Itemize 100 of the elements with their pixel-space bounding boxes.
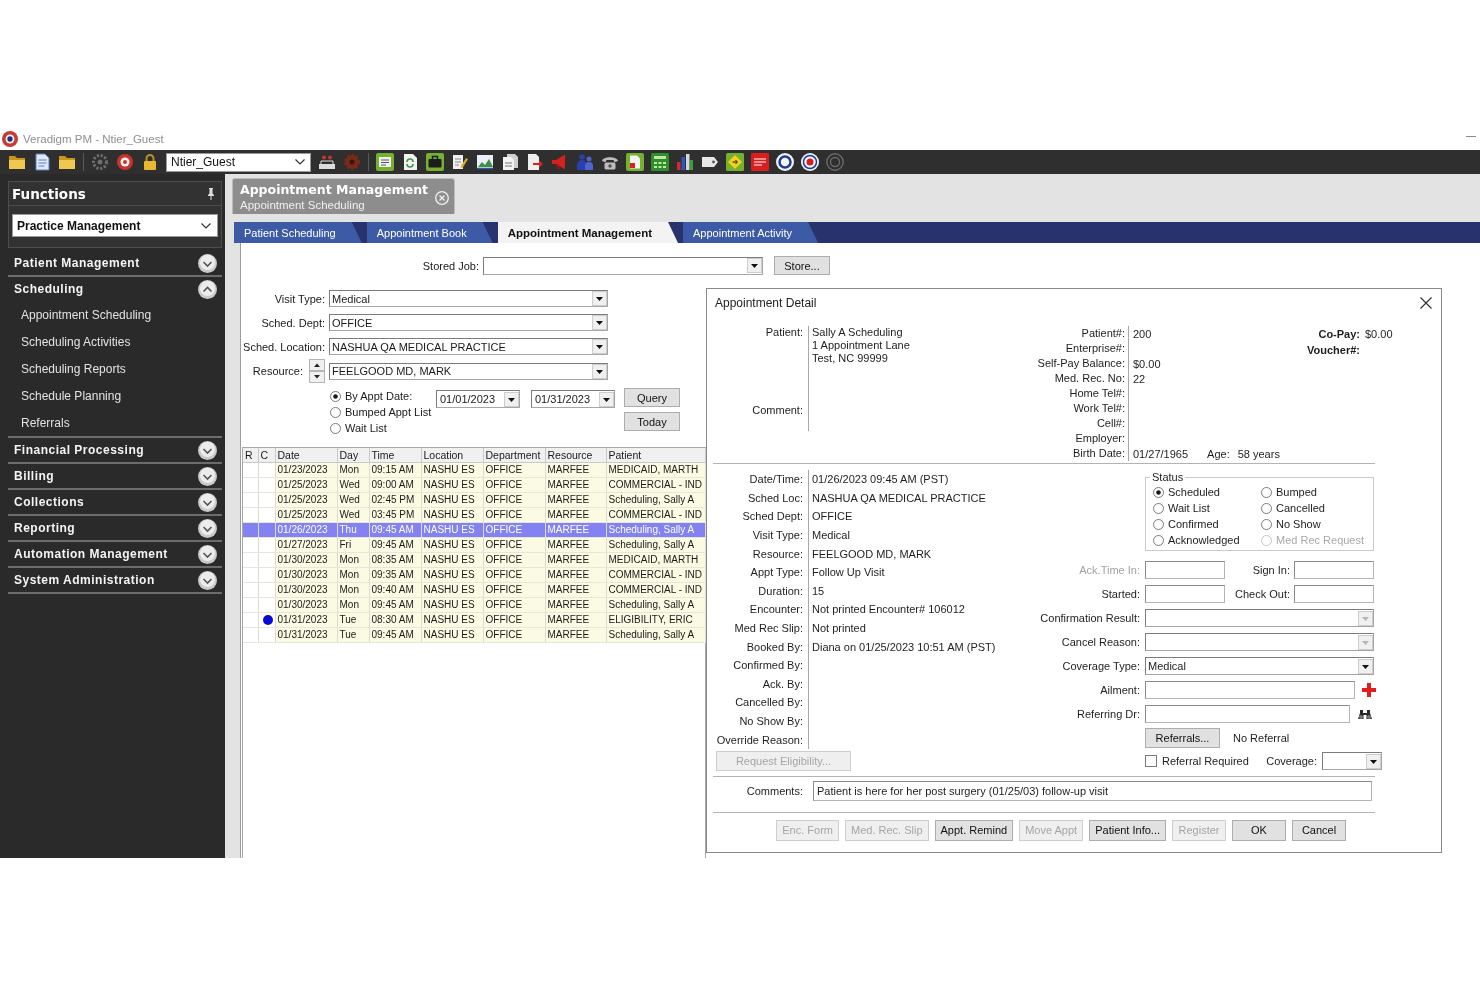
store-button[interactable]: Store... [774, 256, 830, 275]
section-header[interactable]: Billing [8, 464, 222, 488]
tab[interactable]: Appointment Activity [683, 222, 819, 243]
table-row[interactable]: 01/27/2023 Fri 09:45 AM NASHU ES OFFICE MARFEE Scheduling, Sally A [243, 537, 705, 552]
dialog-button[interactable]: OK [1232, 819, 1286, 841]
export-icon[interactable] [526, 153, 544, 171]
chevron-up-icon[interactable] [198, 279, 217, 299]
caret-icon[interactable] [1358, 658, 1373, 674]
input-field[interactable] [1294, 561, 1374, 579]
dropdown[interactable] [1145, 609, 1374, 627]
column-header[interactable]: Patient [606, 448, 705, 462]
lock-icon[interactable] [141, 153, 159, 171]
section-header[interactable]: System Administration [8, 568, 222, 592]
diamond-icon[interactable] [726, 153, 744, 171]
dropdown[interactable]: NASHUA QA MEDICAL PRACTICE [329, 338, 608, 355]
chevron-down-icon[interactable] [198, 440, 217, 460]
table-row[interactable]: 01/31/2023 Tue 09:45 AM NASHU ES OFFICE MARFEE Scheduling, Sally A [243, 627, 705, 642]
column-header[interactable]: R [243, 448, 258, 462]
table-row[interactable]: 01/30/2023 Mon 09:45 AM NASHU ES OFFICE MARFEE Scheduling, Sally A [243, 597, 705, 612]
caret-icon[interactable] [1366, 753, 1381, 769]
dialog-button[interactable]: Cancel [1292, 819, 1346, 841]
chevron-down-icon[interactable] [198, 253, 217, 273]
chevron-down-icon[interactable] [198, 570, 217, 590]
table-row[interactable]: 01/30/2023 Mon 08:35 AM NASHU ES OFFICE MARFEE MEDICAID, MARTH [243, 552, 705, 567]
calculator-icon[interactable] [651, 153, 669, 171]
input-field[interactable] [1145, 705, 1350, 723]
table-row[interactable]: 01/25/2023 Wed 03:45 PM NASHU ES OFFICE MARFEE COMMERCIAL - IND [243, 507, 705, 522]
input-field[interactable] [1294, 585, 1374, 603]
spinner-icon[interactable] [309, 359, 325, 383]
document-icon[interactable] [33, 153, 51, 171]
tab[interactable]: Patient Scheduling [234, 222, 362, 243]
radio-option[interactable]: By Appt Date: [330, 388, 436, 404]
gear-icon[interactable] [91, 153, 109, 171]
table-row[interactable]: 01/23/2023 Mon 09:15 AM NASHU ES OFFICE MARFEE MEDICAID, MARTH [243, 462, 705, 477]
sidebar-item[interactable]: Appointment Scheduling [8, 301, 222, 328]
briefcase-icon[interactable] [426, 153, 444, 171]
caret-icon[interactable] [592, 291, 607, 306]
binoculars-icon[interactable] [1358, 708, 1372, 720]
caret-icon[interactable] [747, 258, 762, 273]
sidebar-item[interactable]: Scheduling Reports [8, 355, 222, 382]
folder-icon[interactable] [8, 153, 26, 171]
action-button[interactable]: Today [624, 412, 680, 431]
status-option[interactable]: Confirmed [1153, 516, 1261, 532]
user-dropdown[interactable]: Ntier_Guest [166, 152, 311, 172]
close-icon[interactable] [1420, 297, 1432, 309]
status-option[interactable]: Cancelled [1261, 500, 1369, 516]
table-row[interactable]: 01/25/2023 Wed 09:00 AM NASHU ES OFFICE MARFEE COMMERCIAL - IND [243, 477, 705, 492]
section-header[interactable]: Reporting [8, 516, 222, 540]
section-header[interactable]: Patient Management [8, 251, 222, 275]
chart-icon[interactable] [676, 153, 694, 171]
input-field[interactable] [1145, 585, 1225, 603]
input-field[interactable] [1145, 681, 1355, 699]
chevron-down-icon[interactable] [198, 544, 217, 564]
caret-icon[interactable] [504, 391, 519, 407]
sidebar-item[interactable]: Schedule Planning [8, 382, 222, 409]
caret-icon[interactable] [592, 363, 607, 379]
ring-icon[interactable] [776, 153, 794, 171]
caret-icon[interactable] [592, 339, 607, 354]
tray-icon[interactable] [318, 153, 336, 171]
radio-option[interactable]: Wait List [330, 420, 436, 436]
table-row[interactable]: 01/31/2023 Tue 08:30 AM NASHU ES OFFICE MARFEE ELIGIBILITY, ERIC [243, 612, 705, 627]
dropdown[interactable]: Medical [1145, 657, 1374, 675]
cross-icon[interactable] [1362, 683, 1376, 697]
status-option[interactable]: Acknowledged [1153, 532, 1261, 548]
section-header[interactable]: Financial Processing [8, 438, 222, 462]
chevron-down-icon[interactable] [198, 466, 217, 486]
dialog-button[interactable]: Patient Info... [1089, 819, 1166, 841]
chevron-down-icon[interactable] [198, 492, 217, 512]
dropdown[interactable] [483, 256, 763, 275]
date-field[interactable]: 01/01/2023 [436, 390, 520, 408]
referral-required-checkbox[interactable]: Referral Required [1145, 755, 1249, 767]
action-button[interactable]: Query [624, 388, 680, 407]
caret-icon[interactable] [599, 391, 614, 407]
dropdown[interactable] [1322, 752, 1382, 770]
input-field[interactable] [1145, 561, 1225, 579]
status-option[interactable]: No Show [1261, 516, 1369, 532]
section-header[interactable]: Scheduling [8, 277, 222, 301]
date-field[interactable]: 01/31/2023 [531, 390, 615, 408]
chevron-down-icon[interactable] [201, 222, 211, 229]
table-row[interactable]: 01/25/2023 Wed 02:45 PM NASHU ES OFFICE MARFEE Scheduling, Sally A [243, 492, 705, 507]
chevron-down-icon[interactable] [295, 159, 305, 165]
column-header[interactable]: Department [483, 448, 545, 462]
ring-icon[interactable] [801, 153, 819, 171]
sidebar-item[interactable]: Scheduling Activities [8, 328, 222, 355]
column-header[interactable]: Resource [545, 448, 606, 462]
chevron-down-icon[interactable] [198, 518, 217, 538]
caret-icon[interactable] [592, 315, 607, 330]
section-header[interactable]: Automation Management [8, 542, 222, 566]
status-option[interactable]: Wait List [1153, 500, 1261, 516]
people-icon[interactable] [576, 153, 594, 171]
comments-field[interactable]: Patient is here for her post surgery (01/25/03) follow-up visit [813, 780, 1372, 801]
folder-icon[interactable] [58, 153, 76, 171]
column-header[interactable]: Time [369, 448, 421, 462]
target-icon[interactable] [116, 153, 134, 171]
pin-icon[interactable] [207, 187, 215, 200]
table-row[interactable]: 01/30/2023 Mon 09:40 AM NASHU ES OFFICE MARFEE COMMERCIAL - IND [243, 582, 705, 597]
column-header[interactable]: Date [275, 448, 337, 462]
dropdown[interactable]: FEELGOOD MD, MARK [329, 362, 608, 380]
table-row[interactable]: 01/30/2023 Mon 09:35 AM NASHU ES OFFICE MARFEE COMMERCIAL - IND [243, 567, 705, 582]
dropdown[interactable]: Medical [329, 290, 608, 307]
